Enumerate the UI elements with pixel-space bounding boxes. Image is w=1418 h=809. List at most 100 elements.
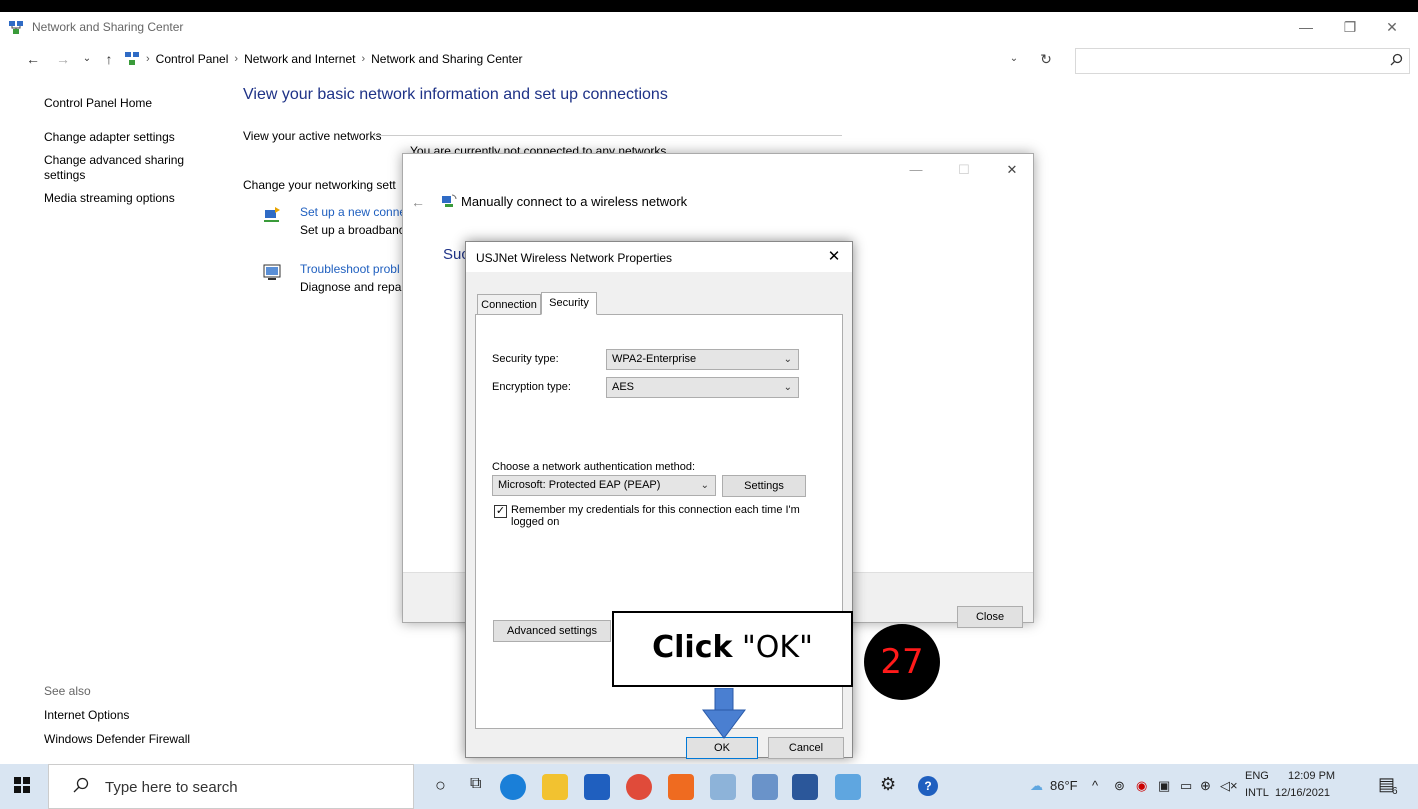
change-settings-label: Change your networking sett xyxy=(243,178,396,192)
dialog-close-icon[interactable]: ✕ xyxy=(822,246,846,268)
window-titlebar: Network and Sharing Center — ❐ ✕ xyxy=(0,12,1418,44)
input-language[interactable]: ENG xyxy=(1245,770,1269,782)
close-button[interactable]: ✕ xyxy=(1372,16,1412,38)
wizard-maximize-button: ☐ xyxy=(958,162,970,177)
breadcrumb-network-and-internet[interactable]: Network and Internet xyxy=(244,52,355,66)
help-icon[interactable]: ? xyxy=(918,776,938,796)
security-type-value: WPA2-Enterprise xyxy=(612,353,697,365)
sublime-icon[interactable] xyxy=(668,774,694,800)
ok-button[interactable]: OK xyxy=(686,737,758,759)
encryption-type-select[interactable]: AES ⌄ xyxy=(606,377,799,398)
remember-credentials-checkbox[interactable]: ✓ xyxy=(494,505,507,518)
active-networks-label: View your active networks xyxy=(243,129,382,143)
clock-date[interactable]: 12/16/2021 xyxy=(1275,787,1330,799)
breadcrumb-control-panel[interactable]: Control Panel xyxy=(156,52,229,66)
see-also-label: See also xyxy=(44,684,91,698)
divider xyxy=(372,135,842,136)
media-streaming-options-link[interactable]: Media streaming options xyxy=(44,191,224,206)
chrome-icon[interactable] xyxy=(626,774,652,800)
tab-connection[interactable]: Connection xyxy=(477,294,541,315)
left-pane: Control Panel Home Change adapter settin… xyxy=(44,96,224,206)
refresh-icon[interactable]: ↻ xyxy=(1035,48,1057,70)
instruction-action: Click xyxy=(652,630,733,665)
auth-method-select[interactable]: Microsoft: Protected EAP (PEAP) ⌄ xyxy=(492,475,716,496)
security-app-icon[interactable] xyxy=(710,774,736,800)
file-explorer-icon[interactable] xyxy=(542,774,568,800)
breadcrumb-separator: › xyxy=(146,53,150,65)
change-advanced-sharing-link[interactable]: Change advanced sharing settings xyxy=(44,153,194,183)
advanced-settings-button[interactable]: Advanced settings xyxy=(493,620,611,642)
forward-arrow-icon[interactable]: → xyxy=(52,48,74,70)
control-panel-icon[interactable] xyxy=(835,774,861,800)
word-icon[interactable] xyxy=(792,774,818,800)
show-hidden-icons-chevron-icon[interactable]: ^ xyxy=(1092,778,1098,793)
dialog-title: USJNet Wireless Network Properties xyxy=(476,251,673,265)
antivirus-icon[interactable]: ◉ xyxy=(1136,778,1147,794)
remember-credentials-label: Remember my credentials for this connect… xyxy=(511,504,800,528)
windows-firewall-link[interactable]: Windows Defender Firewall xyxy=(44,732,224,746)
security-type-label: Security type: xyxy=(492,353,559,365)
taskbar-search-box[interactable]: Type here to search xyxy=(48,764,414,809)
volume-muted-icon[interactable]: ◁× xyxy=(1220,778,1238,794)
windows-start-icon[interactable] xyxy=(14,777,30,793)
input-layout[interactable]: INTL xyxy=(1245,787,1269,799)
breadcrumb-separator: › xyxy=(234,53,239,65)
wizard-close-button[interactable]: Close xyxy=(957,606,1023,628)
address-dropdown-icon[interactable]: ⌄ xyxy=(1005,48,1023,70)
page-title: View your basic network information and … xyxy=(243,86,668,103)
setup-connection-link[interactable]: Set up a new conne xyxy=(300,205,406,219)
recent-locations-chevron-icon[interactable]: ⌄ xyxy=(76,48,98,70)
clock-time[interactable]: 12:09 PM xyxy=(1288,770,1335,782)
settings-button[interactable]: Settings xyxy=(722,475,806,497)
back-arrow-icon[interactable]: ← xyxy=(22,48,44,70)
control-panel-home-link[interactable]: Control Panel Home xyxy=(44,96,224,111)
desktop-screen: Network and Sharing Center — ❐ ✕ ← → ⌄ ↑… xyxy=(0,12,1418,809)
taskbar-search-placeholder: Type here to search xyxy=(105,779,238,796)
security-type-select[interactable]: WPA2-Enterprise ⌄ xyxy=(606,349,799,370)
wizard-minimize-button[interactable]: — xyxy=(901,160,931,180)
setup-connection-desc: Set up a broadbanc xyxy=(300,223,405,237)
wizard-close-button[interactable]: ✕ xyxy=(997,160,1027,180)
instruction-callout: Click "OK" xyxy=(612,611,853,687)
auth-method-label: Choose a network authentication method: xyxy=(492,461,696,473)
minimize-button[interactable]: — xyxy=(1286,16,1326,38)
wireless-network-icon xyxy=(442,194,457,207)
mail-icon[interactable] xyxy=(584,774,610,800)
cortana-icon[interactable]: ○ xyxy=(435,775,446,796)
address-row: ← → ⌄ ↑ › Control Panel › Network and In… xyxy=(0,44,1418,74)
tab-security[interactable]: Security xyxy=(541,292,597,315)
troubleshoot-desc: Diagnose and repai xyxy=(300,280,405,294)
internet-options-link[interactable]: Internet Options xyxy=(44,708,224,722)
new-connection-icon xyxy=(264,207,280,222)
search-icon xyxy=(73,777,89,793)
change-adapter-settings-link[interactable]: Change adapter settings xyxy=(44,130,224,145)
cancel-button[interactable]: Cancel xyxy=(768,737,844,759)
wizard-back-arrow-icon[interactable]: ← xyxy=(411,194,425,210)
display-icon[interactable]: ▣ xyxy=(1158,778,1170,794)
down-arrow-icon xyxy=(702,688,746,739)
chevron-down-icon: ⌄ xyxy=(700,480,709,491)
search-control-panel-input[interactable] xyxy=(1075,48,1410,74)
battery-icon[interactable]: ▭ xyxy=(1180,778,1192,794)
encryption-type-label: Encryption type: xyxy=(492,381,571,393)
step-number-badge: 27 xyxy=(864,624,940,700)
network-globe-icon[interactable]: ⊕ xyxy=(1200,778,1211,794)
breadcrumb-separator: › xyxy=(361,53,366,65)
breadcrumb-network-sharing-center[interactable]: Network and Sharing Center xyxy=(371,52,522,66)
task-view-icon[interactable]: ⧉ xyxy=(470,775,481,793)
edge-icon[interactable] xyxy=(500,774,526,800)
up-arrow-icon[interactable]: ↑ xyxy=(98,48,120,70)
weather-temperature[interactable]: 86°F xyxy=(1050,778,1078,793)
troubleshoot-icon xyxy=(263,264,281,280)
onedrive-icon[interactable]: ⊚ xyxy=(1114,778,1125,794)
chevron-down-icon: ⌄ xyxy=(783,382,792,393)
search-icon xyxy=(1390,53,1403,66)
notification-count: 6 xyxy=(1392,786,1398,797)
maximize-button[interactable]: ❐ xyxy=(1330,16,1370,38)
snipping-tool-icon[interactable] xyxy=(752,774,778,800)
troubleshoot-link[interactable]: Troubleshoot probl xyxy=(300,262,400,276)
dialog-titlebar: USJNet Wireless Network Properties ✕ xyxy=(466,242,852,272)
settings-gear-icon[interactable]: ⚙ xyxy=(880,774,896,795)
wizard-title: Manually connect to a wireless network xyxy=(461,194,688,209)
network-center-icon xyxy=(9,21,23,34)
